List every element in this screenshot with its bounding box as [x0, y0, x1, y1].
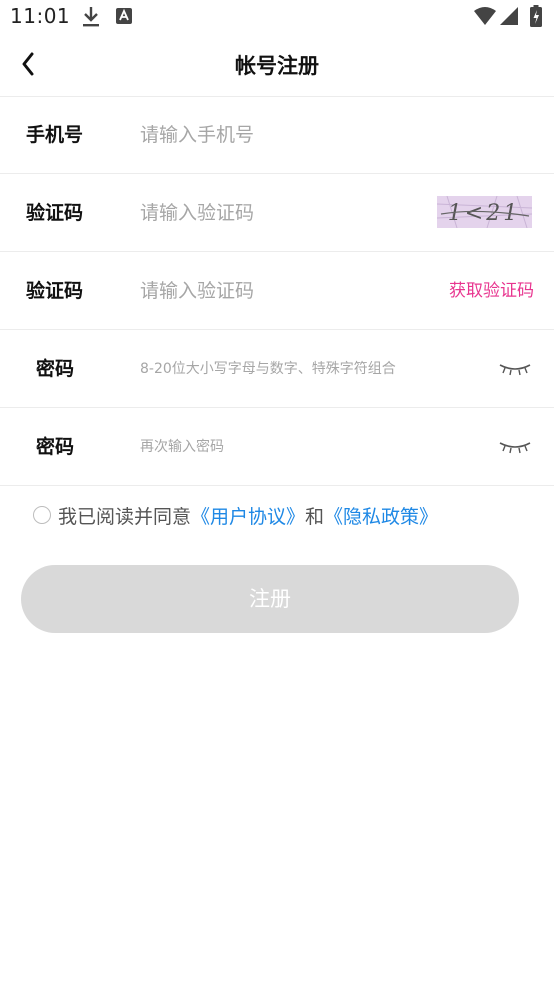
password-confirm-visibility-toggle[interactable]: [498, 439, 532, 455]
status-bar: 11:01: [0, 0, 554, 34]
sms-code-label: 验证码: [26, 280, 84, 302]
nav-bar: 帐号注册: [0, 34, 554, 97]
phone-label: 手机号: [26, 124, 84, 146]
privacy-policy-link[interactable]: 《隐私政策》: [324, 502, 438, 529]
password-confirm-label: 密码: [36, 436, 75, 458]
battery-icon: [530, 5, 542, 31]
get-sms-code-button[interactable]: 获取验证码: [449, 252, 534, 330]
status-time: 11:01: [10, 4, 71, 28]
sms-code-row: 验证码 获取验证码: [0, 252, 554, 330]
password-confirm-row: 密码: [0, 408, 554, 486]
password-visibility-toggle[interactable]: [498, 361, 532, 377]
agreement-checkbox[interactable]: [33, 506, 51, 524]
user-agreement-link[interactable]: 《用户协议》: [191, 502, 305, 529]
agreement-and: 和: [305, 505, 325, 528]
password-row: 密码: [0, 330, 554, 408]
signal-icon: [500, 7, 518, 29]
eye-closed-icon: [499, 364, 531, 376]
captcha-label: 验证码: [26, 202, 84, 224]
password-input[interactable]: [140, 352, 480, 386]
register-button[interactable]: 注册: [21, 565, 519, 633]
agreement-prefix: 我已阅读并同意: [58, 505, 192, 528]
app-notification-icon: [116, 8, 132, 28]
captcha-row: 验证码 1<21: [0, 174, 554, 252]
captcha-image[interactable]: 1<21: [436, 195, 533, 229]
sms-code-input[interactable]: [140, 274, 420, 308]
wifi-icon: [474, 7, 496, 29]
phone-row: 手机号: [0, 96, 554, 174]
password-label: 密码: [36, 358, 75, 380]
eye-closed-icon: [499, 442, 531, 454]
download-icon: [82, 6, 100, 32]
phone-input[interactable]: [140, 118, 420, 152]
password-confirm-input[interactable]: [140, 430, 480, 464]
page-title: 帐号注册: [235, 54, 319, 78]
captcha-input[interactable]: [140, 196, 420, 230]
agreement-row: 我已阅读并同意 《用户协议》 和 《隐私政策》: [33, 500, 438, 530]
